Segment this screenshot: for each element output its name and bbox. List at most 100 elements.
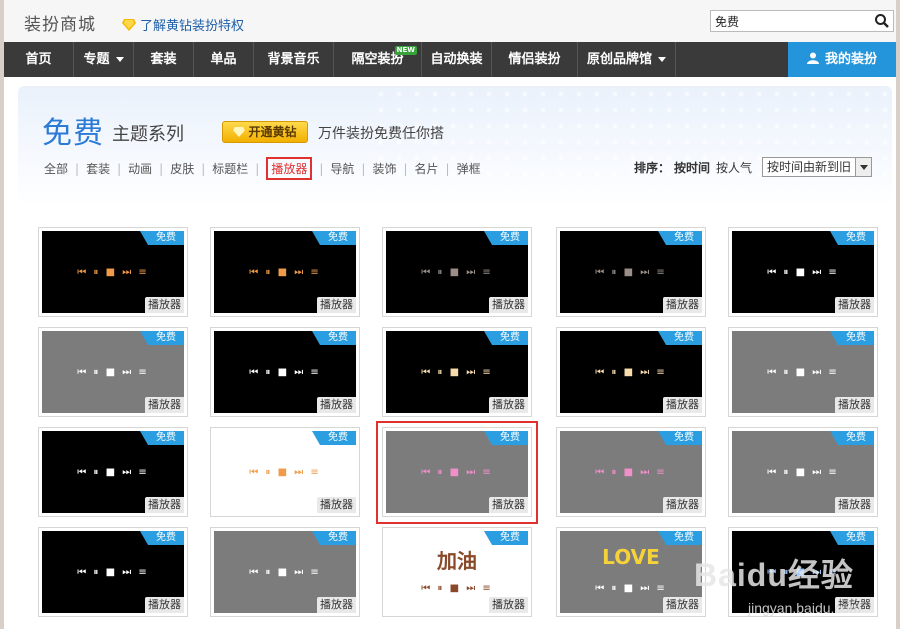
category-tag: 播放器: [317, 397, 356, 413]
diamond-icon: [122, 18, 136, 31]
filter-separator: |: [445, 161, 450, 176]
theme-card[interactable]: ⏮ ⏸ ■ ⏭ ≡ LOVE 免费 播放器: [556, 527, 706, 617]
theme-card[interactable]: ⏮ ⏸ ■ ⏭ ≡ 免费 播放器: [728, 427, 878, 517]
nav-item-label: 套装: [150, 52, 177, 67]
site-logo[interactable]: 装扮商城: [24, 10, 96, 35]
theme-card[interactable]: ⏮ ⏸ ■ ⏭ ≡ 免费播放器: [210, 427, 360, 517]
theme-card[interactable]: ⏮ ⏸ ■ ⏭ ≡ 免费 播放器: [728, 227, 878, 317]
category-tag: 播放器: [317, 597, 356, 613]
nav-item-label: 情侣装扮: [508, 52, 561, 67]
filter-0[interactable]: 全部: [44, 160, 68, 177]
new-badge: NEW: [394, 46, 417, 55]
watermark: Baidu经验 jingyan.baidu.com: [694, 548, 894, 628]
theme-thumbnail: ⏮ ⏸ ■ ⏭ ≡ 免费 播放器: [560, 431, 702, 513]
watermark-brand: Baidu经验: [694, 557, 854, 593]
theme-card[interactable]: ⏮ ⏸ ■ ⏭ ≡ 加油 免费 播放器: [382, 527, 532, 617]
theme-thumbnail: ⏮ ⏸ ■ ⏭ ≡ 免费 播放器: [42, 231, 184, 313]
nav-item[interactable]: 套装: [134, 42, 194, 77]
free-ribbon: 免费: [312, 431, 356, 445]
filter-3[interactable]: 皮肤: [170, 160, 194, 177]
filter-9[interactable]: 弹框: [457, 160, 481, 177]
my-decorations-button[interactable]: 我的装扮: [788, 42, 896, 77]
vip-privilege-link[interactable]: 了解黄钻装扮特权: [122, 15, 244, 34]
theme-card[interactable]: ⏮ ⏸ ■ ⏭ ≡ 免费 播放器: [38, 527, 188, 617]
theme-thumbnail: ⏮ ⏸ ■ ⏭ ≡ 免费 播放器: [732, 231, 874, 313]
sort-label: 排序：: [634, 160, 671, 175]
nav-item[interactable]: 情侣装扮: [492, 42, 578, 77]
theme-card[interactable]: ⏮ ⏸ ■ ⏭ ≡ 免费 播放器: [38, 427, 188, 517]
category-tag: 播放器: [145, 597, 184, 613]
search-icon[interactable]: [874, 13, 890, 29]
free-ribbon: 免费: [658, 331, 702, 345]
free-ribbon: 免费: [658, 431, 702, 445]
theme-card[interactable]: ⏮ ⏸ ■ ⏭ ≡ 免费 播放器: [38, 327, 188, 417]
top-bar: 装扮商城 了解黄钻装扮特权: [4, 0, 896, 42]
player-controls-preview: ⏮ ⏸ ■ ⏭ ≡: [595, 583, 667, 594]
category-tag: 播放器: [835, 297, 874, 313]
category-tag: 播放器: [489, 397, 528, 413]
nav-item[interactable]: 自动换装: [422, 42, 492, 77]
player-controls-preview: ⏮ ⏸ ■ ⏭ ≡: [595, 367, 667, 378]
filter-8[interactable]: 名片: [415, 160, 439, 177]
filter-7[interactable]: 装饰: [372, 160, 396, 177]
page: 装扮商城 了解黄钻装扮特权 首页专题套装单品背景音乐隔空装扮NEW自动换装情侣装…: [0, 0, 900, 629]
free-ribbon: 免费: [140, 431, 184, 445]
filter-4[interactable]: 标题栏: [212, 160, 248, 177]
sort-bar: 排序： 按时间 按人气 按时间由新到旧: [634, 157, 873, 177]
free-ribbon: 免费: [830, 431, 874, 445]
nav-item[interactable]: 背景音乐: [254, 42, 334, 77]
nav-item[interactable]: 单品: [194, 42, 254, 77]
nav-item-label: 专题: [83, 52, 110, 67]
theme-card[interactable]: ⏮ ⏸ ■ ⏭ ≡ 免费播放器: [382, 227, 532, 317]
nav-item[interactable]: 隔空装扮 NEW: [334, 42, 422, 77]
theme-card[interactable]: ⏮ ⏸ ■ ⏭ ≡ 免费 播放器: [556, 227, 706, 317]
theme-card[interactable]: ⏮ ⏸ ■ ⏭ ≡ 免费 播放器: [210, 227, 360, 317]
filter-separator: |: [117, 161, 122, 176]
filter-separator: |: [403, 161, 408, 176]
filter-separator: |: [159, 161, 164, 176]
theme-card[interactable]: ⏮ ⏸ ■ ⏭ ≡ 免费 播放器: [210, 327, 360, 417]
category-tag: 播放器: [317, 497, 356, 513]
category-tag: 播放器: [663, 397, 702, 413]
filter-2[interactable]: 动画: [128, 160, 152, 177]
theme-card[interactable]: ⏮ ⏸ ■ ⏭ ≡ 免费播放器: [556, 327, 706, 417]
search-input[interactable]: [711, 11, 871, 32]
open-vip-button[interactable]: 开通黄钻: [222, 121, 308, 143]
filter-6[interactable]: 导航: [330, 160, 354, 177]
theme-card[interactable]: ⏮ ⏸ ■ ⏭ ≡ 免费播放器: [210, 527, 360, 617]
filter-5[interactable]: 播放器: [266, 157, 313, 180]
player-controls-preview: ⏮ ⏸ ■ ⏭ ≡: [249, 467, 321, 478]
category-tag: 播放器: [489, 597, 528, 613]
nav-item[interactable]: 首页: [4, 42, 74, 77]
nav-item[interactable]: 专题: [74, 42, 134, 77]
nav-item[interactable]: 原创品牌馆: [578, 42, 676, 77]
sort-option-time[interactable]: 按时间: [674, 159, 710, 176]
player-controls-preview: ⏮ ⏸ ■ ⏭ ≡: [421, 267, 493, 278]
theme-card[interactable]: ⏮ ⏸ ■ ⏭ ≡ 免费 播放器: [728, 327, 878, 417]
theme-thumbnail: ⏮ ⏸ ■ ⏭ ≡ 免费 播放器: [214, 331, 356, 413]
slogan: 万件装扮免费任你搭: [318, 126, 444, 142]
theme-card[interactable]: ⏮ ⏸ ■ ⏭ ≡ 免费 播放器: [38, 227, 188, 317]
player-controls-preview: ⏮ ⏸ ■ ⏭ ≡: [249, 267, 321, 278]
player-controls-preview: ⏮ ⏸ ■ ⏭ ≡: [249, 567, 321, 578]
category-tag: 播放器: [145, 297, 184, 313]
free-ribbon: 免费: [312, 531, 356, 545]
category-tag: 播放器: [489, 297, 528, 313]
search-box[interactable]: [710, 10, 894, 32]
free-ribbon: 免费: [484, 231, 528, 245]
player-controls-preview: ⏮ ⏸ ■ ⏭ ≡: [249, 367, 321, 378]
selected-card-highlight: [376, 421, 538, 524]
theme-thumbnail: ⏮ ⏸ ■ ⏭ ≡ 免费 播放器: [42, 331, 184, 413]
chevron-down-icon[interactable]: [855, 158, 872, 176]
sort-select-value: 按时间由新到旧: [767, 160, 852, 174]
sort-select[interactable]: 按时间由新到旧: [762, 157, 873, 177]
category-tag: 播放器: [145, 397, 184, 413]
theme-card[interactable]: ⏮ ⏸ ■ ⏭ ≡ 免费 播放器: [382, 327, 532, 417]
diamond-icon: [233, 127, 246, 137]
theme-card[interactable]: ⏮ ⏸ ■ ⏭ ≡ 免费 播放器: [556, 427, 706, 517]
category-tag: 播放器: [145, 497, 184, 513]
sort-option-popularity[interactable]: 按人气: [716, 159, 752, 176]
filter-1[interactable]: 套装: [86, 160, 110, 177]
theme-thumbnail: ⏮ ⏸ ■ ⏭ ≡ LOVE 免费 播放器: [560, 531, 702, 613]
hero-banner: [18, 86, 892, 206]
